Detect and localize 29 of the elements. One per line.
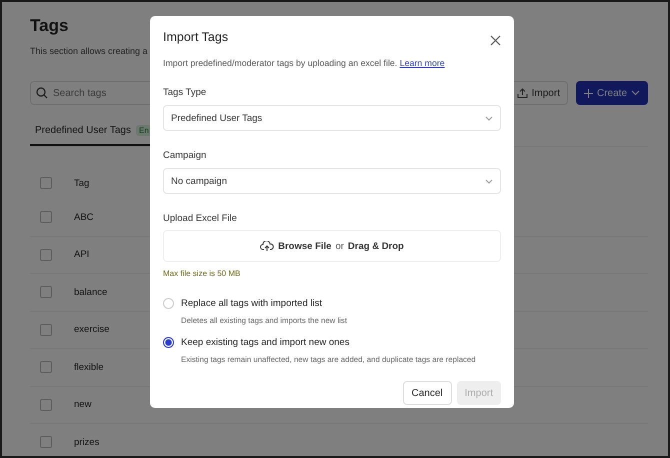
learn-more-link[interactable]: Learn more — [400, 58, 445, 68]
status-badge: En — [136, 125, 152, 136]
tab-label: Predefined User Tags — [35, 125, 131, 136]
page-description: This section allows creating a — [30, 46, 149, 56]
table-cell: prizes — [74, 436, 100, 448]
campaign-dropdown[interactable]: No campaign — [163, 168, 501, 194]
field-label: Tags Type — [163, 87, 208, 98]
drag-drop-text: Drag & Drop — [348, 240, 404, 252]
table-cell: new — [74, 399, 92, 410]
dialog-description: Import predefined/moderator tags by uploading an excel file. Learn more — [163, 58, 446, 68]
table-cell: flexible — [74, 362, 104, 373]
file-drop-zone[interactable]: Browse File or Drag & Drop — [163, 230, 501, 262]
table-cell: balance — [74, 286, 108, 298]
file-size-hint: Max file size is 50 MB — [163, 269, 242, 278]
page-title: Tags — [30, 16, 70, 36]
field-label: Upload Excel File — [163, 213, 238, 224]
or-text: or — [335, 240, 344, 252]
table-cell: API — [74, 249, 90, 260]
option-label[interactable]: Replace all tags with imported list — [181, 298, 347, 309]
create-button[interactable]: Create — [576, 81, 648, 105]
tags-type-dropdown[interactable]: Predefined User Tags — [163, 105, 501, 131]
browse-file-link[interactable]: Browse File — [278, 240, 332, 252]
table-cell: ABC — [74, 212, 94, 223]
column-header: Tag — [74, 178, 90, 188]
field-label: Campaign — [163, 150, 208, 161]
dialog-title: Import Tags — [163, 30, 228, 44]
option-label[interactable]: Keep existing tags and import new ones — [181, 337, 476, 348]
table-cell: exercise — [74, 324, 110, 336]
cancel-button[interactable]: Cancel — [402, 381, 452, 405]
